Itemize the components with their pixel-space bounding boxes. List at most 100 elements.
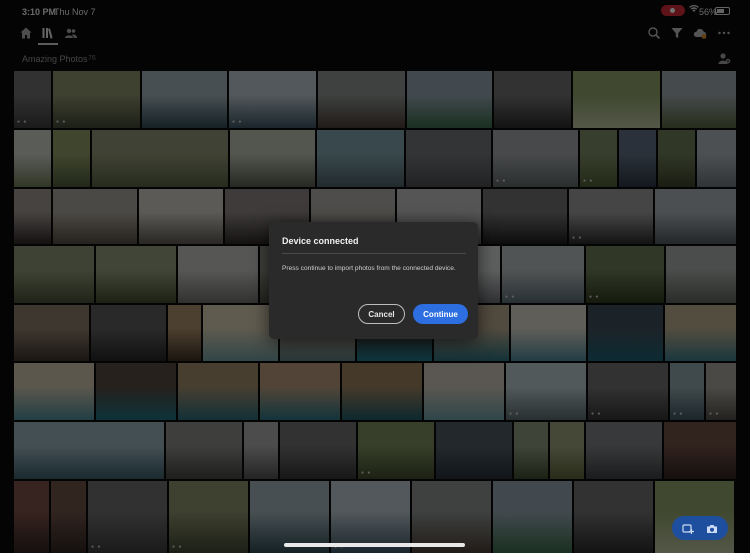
photo-thumbnail[interactable] (483, 189, 567, 244)
photo-thumbnail[interactable]: ● ● (586, 246, 664, 303)
dialog-divider (282, 253, 466, 254)
photo-thumbnail[interactable] (619, 130, 656, 187)
dialog-title: Device connected (282, 236, 359, 246)
photo-thumbnail[interactable] (14, 481, 49, 553)
people-icon[interactable] (63, 25, 79, 41)
photo-thumbnail[interactable] (178, 246, 258, 303)
photo-thumbnail[interactable] (573, 71, 660, 128)
home-icon[interactable] (18, 25, 34, 41)
photo-thumbnail[interactable]: ● ● (53, 71, 140, 128)
rating-dots-icon: ● ● (56, 119, 67, 125)
photo-thumbnail[interactable] (655, 189, 736, 244)
top-toolbar (0, 20, 750, 46)
library-icon[interactable] (40, 25, 56, 41)
photo-thumbnail[interactable] (244, 422, 278, 479)
photo-thumbnail[interactable] (588, 305, 663, 361)
photo-thumbnail[interactable] (203, 305, 278, 361)
cloud-sync-icon[interactable] (692, 25, 708, 41)
photo-thumbnail[interactable] (14, 422, 164, 479)
photo-thumbnail[interactable] (511, 305, 586, 361)
filter-icon[interactable] (669, 25, 685, 41)
photo-thumbnail[interactable] (260, 363, 340, 420)
photo-thumbnail[interactable] (666, 246, 736, 303)
photo-thumbnail[interactable]: ● ● (493, 130, 578, 187)
photo-thumbnail[interactable] (14, 363, 94, 420)
rating-dots-icon: ● ● (591, 411, 602, 417)
photo-thumbnail[interactable]: ● ● (229, 71, 316, 128)
dialog-message: Press continue to import photos from the… (282, 265, 456, 272)
camera-icon[interactable] (706, 522, 718, 534)
rating-dots-icon: ● ● (17, 119, 28, 125)
photo-thumbnail[interactable] (51, 481, 86, 553)
photo-thumbnail[interactable] (342, 363, 422, 420)
photo-thumbnail[interactable] (53, 130, 90, 187)
photo-thumbnail[interactable] (91, 305, 166, 361)
share-people-icon[interactable] (717, 51, 731, 65)
photo-thumbnail[interactable]: ● ● (88, 481, 167, 553)
photo-thumbnail[interactable]: ● ● (358, 422, 434, 479)
rating-dots-icon: ● ● (509, 411, 520, 417)
photo-thumbnail[interactable] (178, 363, 258, 420)
photo-thumbnail[interactable] (493, 481, 572, 553)
photo-thumbnail[interactable]: ● ● (580, 130, 617, 187)
device-connected-dialog: Device connected Press continue to impor… (269, 222, 478, 339)
import-icon[interactable] (682, 522, 694, 534)
library-tab-indicator (38, 43, 58, 45)
photo-thumbnail[interactable] (317, 130, 404, 187)
rating-dots-icon: ● ● (361, 470, 372, 476)
photo-thumbnail[interactable]: ● ● (670, 363, 704, 420)
photo-thumbnail[interactable] (142, 71, 227, 128)
rating-dots-icon: ● ● (589, 294, 600, 300)
status-bar: 3:10 PM Thu Nov 7 56% (0, 0, 750, 20)
more-icon[interactable] (716, 25, 732, 41)
photo-thumbnail[interactable] (168, 305, 201, 361)
photo-thumbnail[interactable]: ● ● (706, 363, 736, 420)
photo-thumbnail[interactable] (96, 363, 176, 420)
photo-thumbnail[interactable]: ● ● (169, 481, 248, 553)
photo-thumbnail[interactable] (586, 422, 662, 479)
photo-thumbnail[interactable] (664, 422, 736, 479)
photo-thumbnail[interactable] (424, 363, 504, 420)
photo-thumbnail[interactable] (92, 130, 228, 187)
photo-thumbnail[interactable] (574, 481, 653, 553)
home-indicator (284, 543, 465, 547)
add-photos-fab[interactable] (672, 516, 728, 540)
photo-thumbnail[interactable] (514, 422, 548, 479)
photo-thumbnail[interactable]: ● ● (14, 71, 51, 128)
photo-thumbnail[interactable] (280, 422, 356, 479)
photo-thumbnail[interactable] (436, 422, 512, 479)
photo-thumbnail[interactable] (14, 246, 94, 303)
photo-thumbnail[interactable] (318, 71, 405, 128)
photo-thumbnail[interactable] (494, 71, 571, 128)
status-time: 3:10 PM (22, 7, 57, 17)
photo-thumbnail[interactable] (662, 71, 736, 128)
photo-thumbnail[interactable]: ● ● (502, 246, 584, 303)
album-title: Amazing Photos (22, 54, 88, 64)
continue-button[interactable]: Continue (413, 304, 468, 324)
rating-dots-icon: ● ● (673, 411, 684, 417)
photo-thumbnail[interactable] (407, 71, 492, 128)
photo-thumbnail[interactable] (550, 422, 584, 479)
rating-dots-icon: ● ● (709, 411, 720, 417)
photo-thumbnail[interactable] (658, 130, 695, 187)
photo-thumbnail[interactable] (139, 189, 223, 244)
photo-thumbnail[interactable] (406, 130, 491, 187)
photo-thumbnail[interactable] (14, 305, 89, 361)
photo-thumbnail[interactable] (166, 422, 242, 479)
rating-dots-icon: ● ● (505, 294, 516, 300)
album-header: Amazing Photos 76 (0, 46, 750, 70)
rating-dots-icon: ● ● (232, 119, 243, 125)
photo-thumbnail[interactable] (665, 305, 736, 361)
album-photo-count: 76 (88, 55, 96, 62)
search-icon[interactable] (646, 25, 662, 41)
photo-thumbnail[interactable] (53, 189, 137, 244)
photo-thumbnail[interactable] (697, 130, 736, 187)
photo-thumbnail[interactable] (14, 189, 51, 244)
photo-thumbnail[interactable] (14, 130, 51, 187)
photo-thumbnail[interactable]: ● ● (588, 363, 668, 420)
cancel-button[interactable]: Cancel (358, 304, 405, 324)
photo-thumbnail[interactable]: ● ● (506, 363, 586, 420)
photo-thumbnail[interactable] (230, 130, 315, 187)
photo-thumbnail[interactable] (96, 246, 176, 303)
photo-thumbnail[interactable]: ● ● (569, 189, 653, 244)
